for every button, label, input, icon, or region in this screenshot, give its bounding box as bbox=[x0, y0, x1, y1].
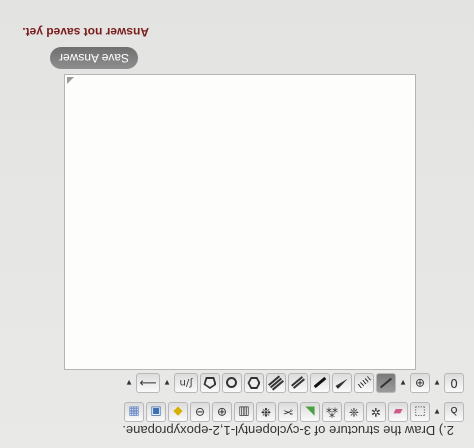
plus-circle-icon: ⊕ bbox=[414, 376, 426, 390]
chain-icon: ʃ/n bbox=[179, 377, 193, 389]
bold-bond-button[interactable] bbox=[310, 373, 330, 393]
zoom-in-icon[interactable]: ⊕ bbox=[212, 402, 232, 422]
add-atom-dropdown-icon[interactable]: ▼ bbox=[398, 373, 408, 393]
amino-template-icon[interactable]: ⁂ bbox=[322, 402, 342, 422]
reaction-arrow-icon: ⟶ bbox=[139, 376, 157, 390]
bold-bond-icon bbox=[313, 377, 327, 389]
save-answer-button[interactable]: Save Answer bbox=[50, 47, 138, 69]
save-file-icon[interactable]: ▣ bbox=[146, 402, 166, 422]
triple-bond-icon bbox=[268, 375, 284, 391]
benzene-button[interactable] bbox=[222, 373, 242, 393]
double-bond-button[interactable] bbox=[288, 373, 308, 393]
triple-bond-button[interactable] bbox=[266, 373, 286, 393]
open-file-icon[interactable]: ▦ bbox=[124, 402, 144, 422]
hash-bond-icon bbox=[357, 376, 371, 390]
save-status-text: Answer not saved yet. bbox=[22, 25, 149, 39]
editor-toolbar-tools: ꝺ ▼ ⬚ ▰ ✲ ❈ ⁂ ◣ ✂ ❉ ▥ ⊕ ⊖ ◆ ▣ ▦ bbox=[124, 402, 464, 422]
single-bond-button[interactable] bbox=[376, 373, 396, 393]
lasso-dropdown-icon[interactable]: ▼ bbox=[432, 402, 442, 422]
cyclohexane-button[interactable] bbox=[244, 373, 264, 393]
charge-zero-button[interactable]: 0 bbox=[444, 373, 464, 393]
chain-tool-button[interactable]: ʃ/n bbox=[174, 373, 198, 393]
clean-icon[interactable]: ◆ bbox=[168, 402, 188, 422]
chain-dropdown-icon[interactable]: ▼ bbox=[162, 373, 172, 393]
rgroup-attach-icon[interactable]: ❉ bbox=[256, 402, 276, 422]
atom-map-icon[interactable]: ◣ bbox=[300, 402, 320, 422]
wedge-bond-button[interactable] bbox=[332, 373, 352, 393]
drawing-canvas[interactable] bbox=[64, 74, 416, 370]
add-atom-button[interactable]: ⊕ bbox=[410, 373, 430, 393]
lasso-icon[interactable]: ꝺ bbox=[444, 402, 464, 422]
ring-template-icon[interactable]: ✲ bbox=[366, 402, 386, 422]
editor-toolbar-bonds: 0 ▼ ⊕ ▼ ʃ/n ▼ ⟶ ▼ bbox=[124, 373, 464, 393]
sgroup-icon[interactable]: ▥ bbox=[234, 402, 254, 422]
double-bond-icon bbox=[291, 376, 305, 390]
cyclopentane-button[interactable] bbox=[200, 373, 220, 393]
pentagon-icon bbox=[204, 377, 217, 389]
rotated-screenshot: 2.) Draw the structure of 3-cyclopentyl-… bbox=[0, 0, 474, 448]
benzene-ring-icon bbox=[226, 377, 238, 389]
charge-zero-label: 0 bbox=[450, 376, 458, 390]
hexagon-icon bbox=[248, 377, 261, 389]
eraser-icon[interactable]: ▰ bbox=[388, 402, 408, 422]
sigma-template-icon[interactable]: ❈ bbox=[344, 402, 364, 422]
resize-handle-icon[interactable] bbox=[67, 77, 74, 84]
rgroup-icon[interactable]: ✂ bbox=[278, 402, 298, 422]
zoom-out-icon[interactable]: ⊖ bbox=[190, 402, 210, 422]
reaction-arrow-button[interactable]: ⟶ bbox=[136, 373, 160, 393]
question-text: 2.) Draw the structure of 3-cyclopentyl-… bbox=[122, 423, 454, 438]
charge-dropdown-icon[interactable]: ▼ bbox=[432, 373, 442, 393]
hash-bond-button[interactable] bbox=[354, 373, 374, 393]
select-tool-icon[interactable]: ⬚ bbox=[410, 402, 430, 422]
arrow-dropdown-icon[interactable]: ▼ bbox=[124, 373, 134, 393]
single-bond-icon bbox=[379, 377, 393, 389]
wedge-bond-icon bbox=[335, 377, 348, 389]
